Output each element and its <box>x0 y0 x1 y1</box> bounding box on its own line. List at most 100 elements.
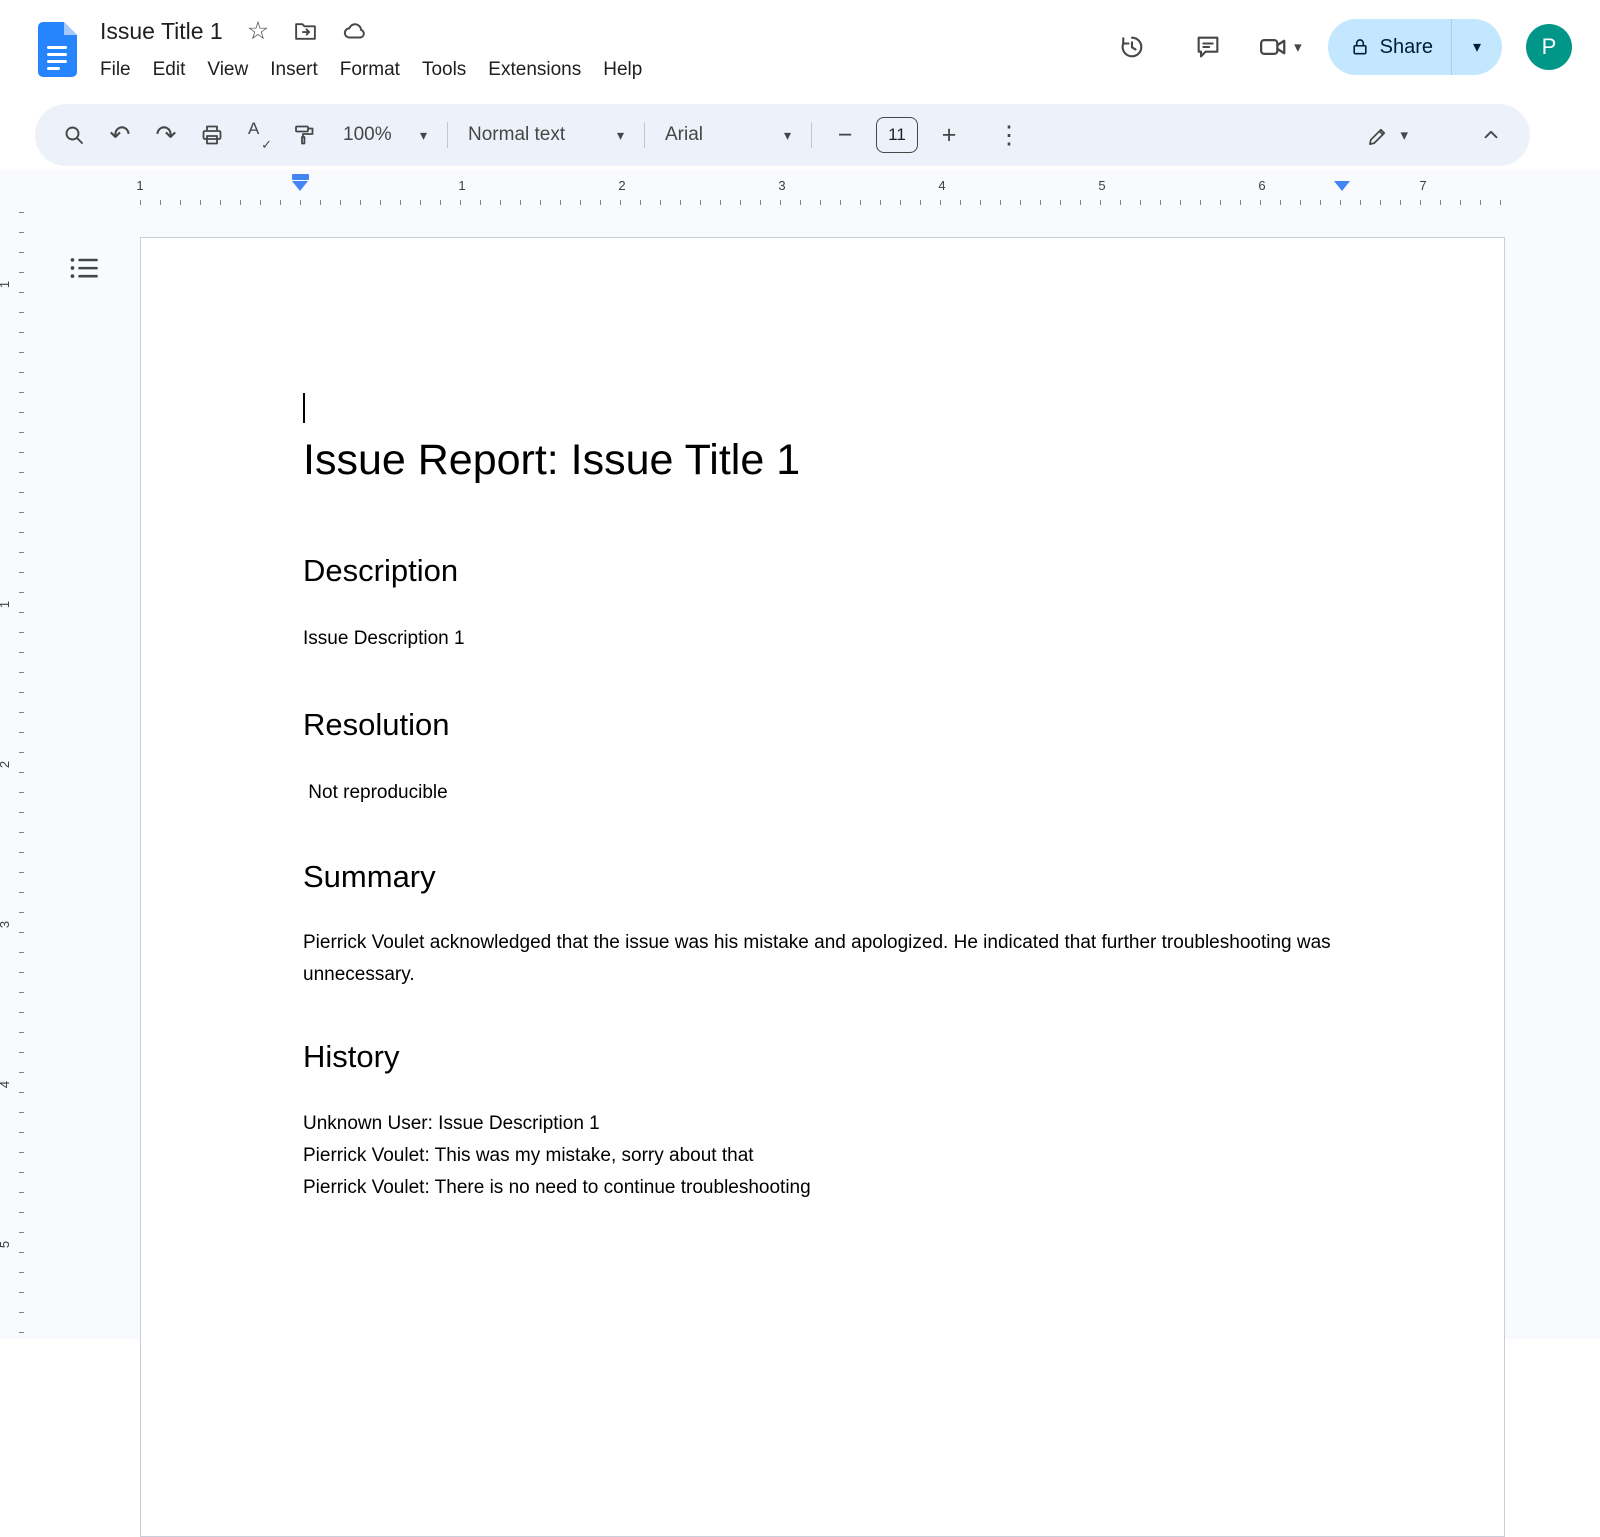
ruler-number: 2 <box>0 761 12 768</box>
section-heading-history[interactable]: History <box>303 1037 1342 1077</box>
redo-icon: ↷ <box>156 123 177 148</box>
menu-insert[interactable]: Insert <box>259 56 329 84</box>
paragraph-resolution[interactable]: Not reproducible <box>303 777 1342 809</box>
pencil-icon <box>1367 124 1390 147</box>
text-cursor <box>303 393 305 423</box>
undo-button[interactable]: ↶ <box>97 112 143 158</box>
spelling-check-icon: A ✓ <box>246 123 270 147</box>
ruler-number: 1 <box>0 601 12 608</box>
menu-view[interactable]: View <box>196 56 259 84</box>
ruler-number: 3 <box>775 178 789 193</box>
chevron-down-icon: ▾ <box>784 128 791 142</box>
menu-edit[interactable]: Edit <box>142 56 197 84</box>
ruler-ticks <box>19 212 24 1339</box>
account-avatar[interactable]: P <box>1526 24 1572 70</box>
menu-extensions[interactable]: Extensions <box>477 56 592 84</box>
hide-menus-button[interactable] <box>1468 112 1514 158</box>
redo-button[interactable]: ↷ <box>143 112 189 158</box>
toolbar: ↶ ↷ A ✓ 100% ▾ Normal text ▾ Arial <box>35 104 1530 166</box>
ruler-number: 2 <box>615 178 629 193</box>
menu-tools[interactable]: Tools <box>411 56 477 84</box>
zoom-select[interactable]: 100% ▾ <box>333 115 437 155</box>
cloud-status-icon[interactable] <box>342 18 368 44</box>
share-button[interactable]: Share <box>1328 19 1451 75</box>
paint-format-button[interactable] <box>281 112 327 158</box>
star-icon[interactable]: ☆ <box>247 19 269 44</box>
chevron-down-icon: ▾ <box>1294 40 1302 55</box>
history-line[interactable]: Pierrick Voulet: This was my mistake, so… <box>303 1140 1342 1172</box>
ruler-number: 1 <box>133 178 147 193</box>
paragraph-style-value: Normal text <box>468 124 565 146</box>
right-indent-marker[interactable] <box>1334 181 1350 191</box>
menu-file[interactable]: File <box>89 56 142 84</box>
search-menus-button[interactable] <box>51 112 97 158</box>
print-button[interactable] <box>189 112 235 158</box>
share-options-arrow[interactable]: ▾ <box>1452 19 1502 75</box>
move-folder-icon[interactable] <box>293 19 318 44</box>
editing-mode-select[interactable]: ▾ <box>1357 124 1418 147</box>
ruler-number: 4 <box>935 178 949 193</box>
section-heading-description[interactable]: Description <box>303 551 1342 591</box>
topbar-actions: ▾ Share ▾ P <box>1106 0 1572 94</box>
more-toolbar-options-button[interactable]: ⋮ <box>986 112 1032 158</box>
ruler-number: 7 <box>1416 178 1430 193</box>
comments-button[interactable] <box>1182 21 1234 73</box>
chevron-down-icon: ▾ <box>1400 128 1408 143</box>
horizontal-ruler[interactable]: 1 1 2 3 4 5 6 7 <box>0 170 1600 212</box>
comments-icon <box>1194 33 1222 61</box>
document-page[interactable]: Issue Report: Issue Title 1 Description … <box>140 237 1505 1537</box>
video-call-dropdown[interactable]: ▾ <box>1258 32 1302 62</box>
font-family-value: Arial <box>665 124 703 146</box>
top-bar: Issue Title 1 ☆ File Edit View Insert Fo… <box>0 0 1600 100</box>
chevron-down-icon: ▾ <box>617 128 624 142</box>
outline-list-icon <box>69 255 99 281</box>
document-outline-button[interactable] <box>64 248 104 288</box>
ruler-number: 1 <box>0 281 12 288</box>
avatar-letter: P <box>1542 34 1557 60</box>
version-history-button[interactable] <box>1106 21 1158 73</box>
font-family-select[interactable]: Arial ▾ <box>655 115 801 155</box>
font-size-input[interactable]: 11 <box>876 117 918 153</box>
lock-icon <box>1350 37 1370 57</box>
editor-work-area: 1 1 2 3 4 5 6 7 1 1 2 3 4 5 <box>0 170 1600 1339</box>
document-content[interactable]: Issue Report: Issue Title 1 Description … <box>141 238 1504 1204</box>
section-heading-summary[interactable]: Summary <box>303 857 1342 897</box>
print-icon <box>200 123 224 147</box>
overflow-icon: ⋮ <box>997 123 1022 148</box>
toolbar-divider <box>447 122 448 148</box>
vertical-ruler: 1 1 2 3 4 5 <box>0 212 26 1339</box>
paint-format-icon <box>292 123 316 147</box>
increase-font-size-button[interactable]: + <box>926 112 972 158</box>
paragraph-style-select[interactable]: Normal text ▾ <box>458 115 634 155</box>
menu-format[interactable]: Format <box>329 56 411 84</box>
document-title[interactable]: Issue Title 1 <box>100 18 223 45</box>
search-icon <box>62 123 86 147</box>
left-indent-marker[interactable] <box>292 174 309 191</box>
plus-icon: + <box>942 123 957 148</box>
history-line[interactable]: Pierrick Voulet: There is no need to con… <box>303 1172 1342 1204</box>
spelling-check-button[interactable]: A ✓ <box>235 112 281 158</box>
paragraph-summary[interactable]: Pierrick Voulet acknowledged that the is… <box>303 927 1342 991</box>
ruler-number: 1 <box>455 178 469 193</box>
toolbar-divider <box>811 122 812 148</box>
ruler-number: 5 <box>1095 178 1109 193</box>
zoom-value: 100% <box>343 124 392 146</box>
menu-help[interactable]: Help <box>592 56 653 84</box>
undo-icon: ↶ <box>110 123 131 148</box>
menu-bar: File Edit View Insert Format Tools Exten… <box>89 56 653 84</box>
section-heading-resolution[interactable]: Resolution <box>303 705 1342 745</box>
toolbar-divider <box>644 122 645 148</box>
chevron-down-icon: ▾ <box>420 128 427 142</box>
ruler-number: 6 <box>1255 178 1269 193</box>
decrease-font-size-button[interactable]: − <box>822 112 868 158</box>
history-lines[interactable]: Unknown User: Issue Description 1 Pierri… <box>303 1108 1342 1204</box>
minus-icon: − <box>838 123 853 148</box>
history-line[interactable]: Unknown User: Issue Description 1 <box>303 1108 1342 1140</box>
title-block: Issue Title 1 ☆ File Edit View Insert Fo… <box>100 13 653 84</box>
ruler-number: 3 <box>0 921 12 928</box>
paragraph-description[interactable]: Issue Description 1 <box>303 623 1342 655</box>
video-call-icon <box>1258 32 1288 62</box>
chevron-down-icon: ▾ <box>1473 37 1481 57</box>
doc-title-heading[interactable]: Issue Report: Issue Title 1 <box>303 435 1342 487</box>
docs-logo-icon[interactable] <box>36 21 78 77</box>
